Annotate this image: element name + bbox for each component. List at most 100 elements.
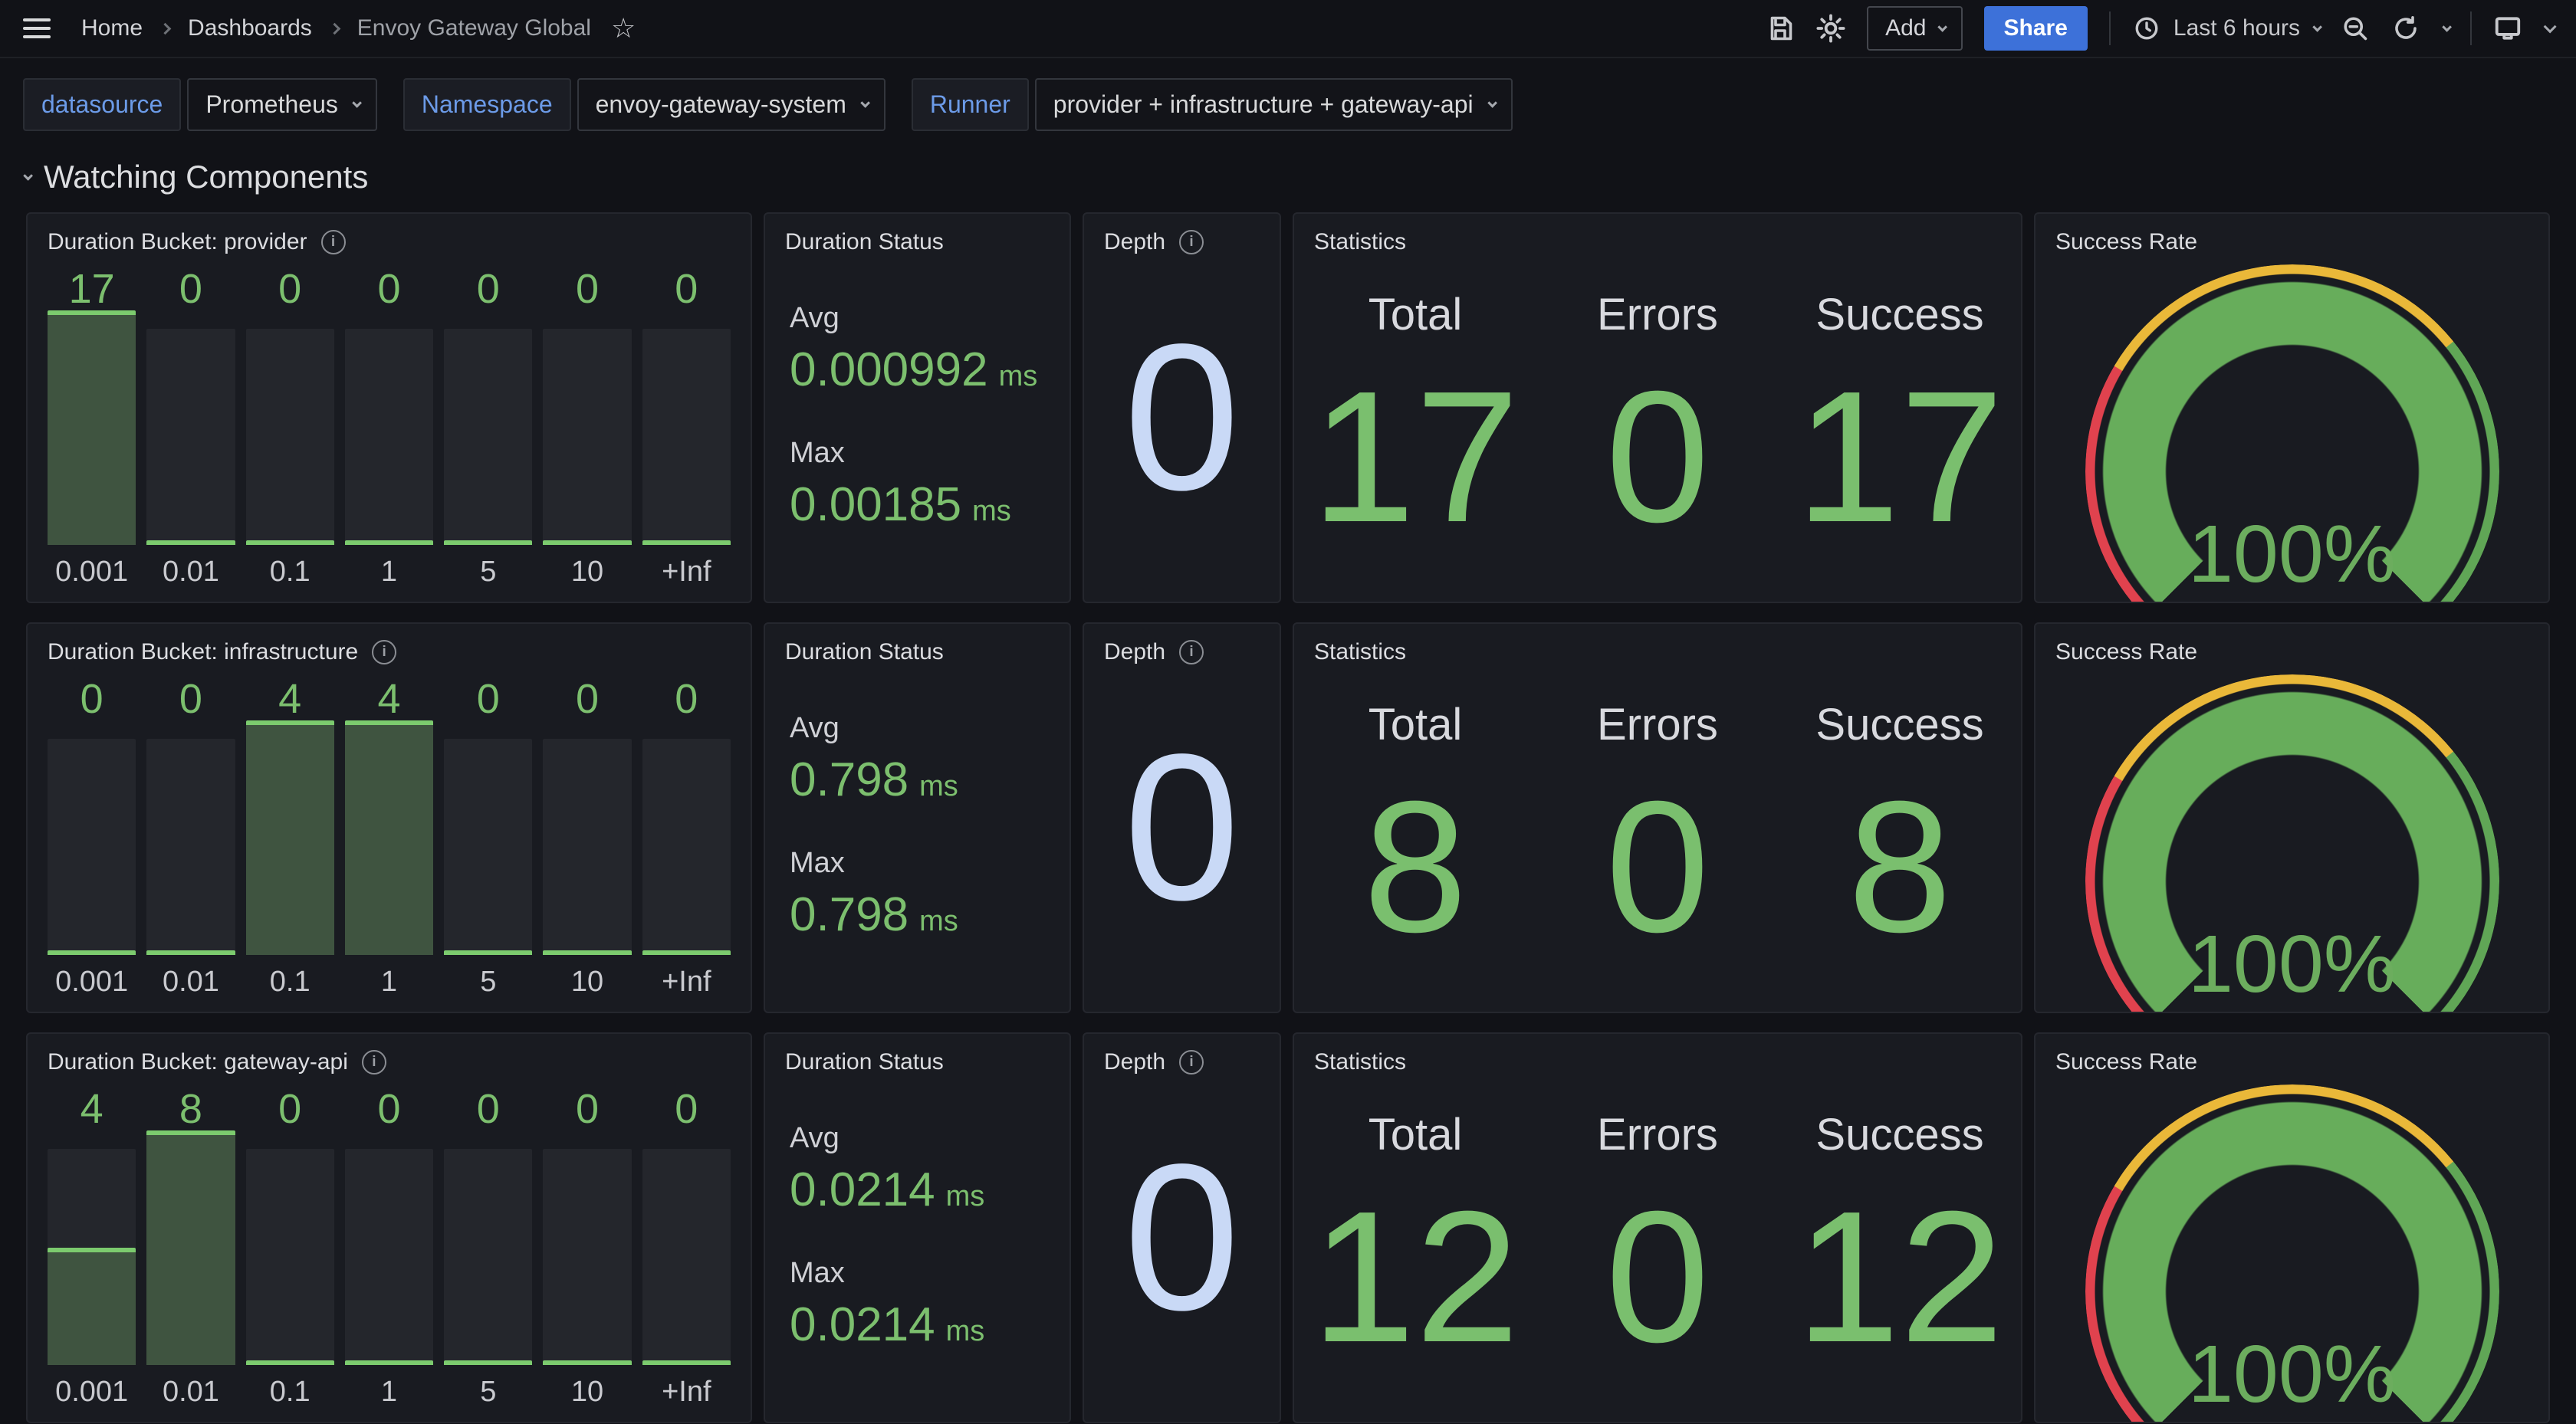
variable-namespace: Namespace envoy-gateway-system <box>403 78 886 131</box>
namespace-value: envoy-gateway-system <box>596 90 846 119</box>
statistic: Total12 <box>1294 1075 1536 1399</box>
chevron-down-icon[interactable] <box>2442 22 2452 32</box>
statistic-label: Total <box>1368 699 1463 750</box>
bar-fill <box>345 540 433 545</box>
time-range-picker[interactable]: Last 6 hours <box>2132 14 2319 43</box>
bar-value-label: 0 <box>146 673 235 725</box>
save-icon[interactable] <box>1766 14 1795 43</box>
panel-title: Success Rate <box>2055 229 2197 255</box>
bucket-bar: 0+Inf <box>642 1083 731 1411</box>
stat-value: 0.0214ms <box>790 1298 1045 1352</box>
variable-label: datasource <box>23 78 181 131</box>
statistic-value: 17 <box>1311 368 1519 546</box>
info-icon[interactable]: i <box>372 640 396 664</box>
bar <box>146 1135 235 1370</box>
bar-fill <box>48 310 136 545</box>
info-icon[interactable]: i <box>362 1050 386 1075</box>
row-header-watching-components[interactable]: Watching Components <box>0 146 2576 212</box>
bar-gauge: 170.00100.0100.101050100+Inf <box>28 255 751 602</box>
bar-fill <box>146 950 235 955</box>
bar <box>543 725 631 960</box>
info-icon[interactable]: i <box>321 230 346 254</box>
panel-title: Duration Status <box>785 229 944 255</box>
refresh-icon[interactable] <box>2391 14 2420 43</box>
divider <box>2109 11 2111 45</box>
bar <box>543 1135 631 1370</box>
bar-fill <box>246 540 334 545</box>
panel-title: Duration Bucket: provider <box>48 229 307 255</box>
add-button[interactable]: Add <box>1867 6 1962 51</box>
chevron-down-icon <box>23 171 33 181</box>
bar-value-label: 0 <box>543 263 631 315</box>
bucket-bar: 010 <box>543 673 631 1001</box>
stat-value: 0.000992ms <box>790 343 1045 397</box>
bar-value-label: 0 <box>642 1083 731 1135</box>
clock-icon <box>2132 14 2161 43</box>
panel-title: Success Rate <box>2055 639 2197 665</box>
bar-track <box>246 1149 334 1365</box>
bar-value-label: 0 <box>345 1083 433 1135</box>
share-button[interactable]: Share <box>1984 6 2088 51</box>
bar-value-label: 0 <box>444 263 532 315</box>
namespace-select[interactable]: envoy-gateway-system <box>577 78 886 131</box>
kiosk-monitor-icon[interactable] <box>2493 14 2522 43</box>
bar-track <box>146 329 235 545</box>
bar-category-label: +Inf <box>642 550 731 591</box>
bar <box>444 1135 532 1370</box>
chevron-down-icon <box>352 98 362 108</box>
panel-statistics: Statistics Total8Errors0Success8 <box>1293 622 2022 1013</box>
bucket-bar: 010 <box>543 263 631 591</box>
bar-track <box>444 1149 532 1365</box>
bar-fill <box>543 540 631 545</box>
bucket-bar: 00.1 <box>246 263 334 591</box>
panel-duration-bucket: Duration Bucket: gateway-api i 40.00180.… <box>26 1032 752 1423</box>
zoom-out-icon[interactable] <box>2341 14 2370 43</box>
bar-track <box>48 739 136 955</box>
statistic-value: 8 <box>1848 778 1952 956</box>
bar-value-label: 0 <box>444 673 532 725</box>
depth-value: 0 <box>1084 1052 1280 1422</box>
stat-value: 0.798ms <box>790 753 1045 807</box>
panel-duration-bucket: Duration Bucket: provider i 170.00100.01… <box>26 212 752 603</box>
breadcrumb-dashboards[interactable]: Dashboards <box>188 15 312 41</box>
bar-value-label: 4 <box>345 673 433 725</box>
bucket-bar: 41 <box>345 673 433 1001</box>
stat-label: Avg <box>790 1122 1045 1155</box>
breadcrumb-home[interactable]: Home <box>81 15 143 41</box>
stat-max: Max 0.798ms <box>790 847 1045 942</box>
divider <box>2470 11 2472 45</box>
bar <box>345 315 433 550</box>
panel-title: Duration Status <box>785 1049 944 1075</box>
statistic-value: 0 <box>1605 1188 1710 1366</box>
depth-value: 0 <box>1084 642 1280 1012</box>
menu-icon[interactable] <box>23 18 51 38</box>
statistic-label: Errors <box>1597 699 1718 750</box>
bar-category-label: 10 <box>543 1370 631 1411</box>
chevron-down-icon[interactable] <box>2544 20 2557 33</box>
stat-label: Avg <box>790 302 1045 335</box>
panel-success-rate: Success Rate 100% <box>2034 212 2550 603</box>
star-icon[interactable]: ☆ <box>611 13 636 44</box>
bar-gauge: 00.00100.0140.141050100+Inf <box>28 665 751 1012</box>
bucket-bar: 01 <box>345 263 433 591</box>
bucket-bar: 80.01 <box>146 1083 235 1411</box>
bar <box>642 315 731 550</box>
bar-track <box>246 329 334 545</box>
bar-category-label: +Inf <box>642 960 731 1001</box>
statistic: Errors0 <box>1536 1075 1779 1399</box>
gear-icon[interactable] <box>1816 14 1845 43</box>
bar-category-label: 1 <box>345 960 433 1001</box>
variable-label: Runner <box>912 78 1029 131</box>
bar-fill <box>246 1360 334 1365</box>
chevron-down-icon <box>1487 98 1497 108</box>
bucket-bar: 05 <box>444 673 532 1001</box>
runner-select[interactable]: provider + infrastructure + gateway-api <box>1035 78 1513 131</box>
statistic: Success8 <box>1779 665 2021 989</box>
datasource-select[interactable]: Prometheus <box>187 78 377 131</box>
panel-title: Statistics <box>1314 229 1406 255</box>
bar-track <box>146 739 235 955</box>
bucket-bar: 00.1 <box>246 1083 334 1411</box>
bucket-bar: 01 <box>345 1083 433 1411</box>
stat-unit: ms <box>919 770 958 802</box>
bar-fill <box>345 720 433 955</box>
